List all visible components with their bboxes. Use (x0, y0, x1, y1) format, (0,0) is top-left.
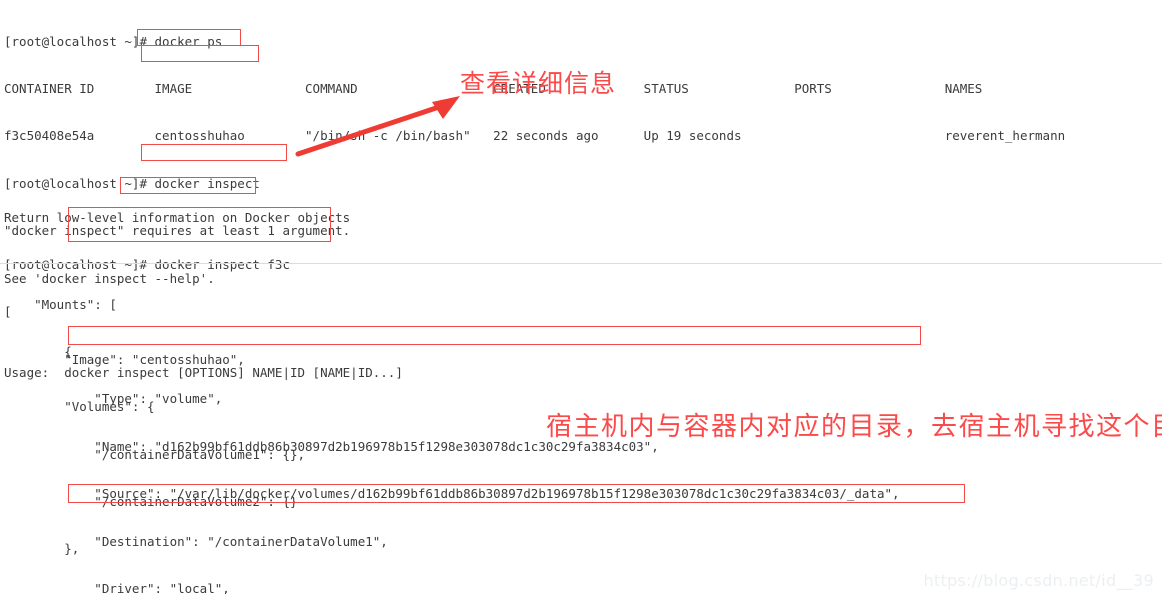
terminal-line-mounts-open: "Mounts": [ (4, 296, 117, 312)
blog-watermark: https://blog.csdn.net/id__39 (923, 571, 1154, 590)
annotation-view-details: 查看详细信息 (460, 69, 617, 98)
terminal-line-ps-row: f3c50408e54a centosshuhao "/bin/sh -c /b… (4, 128, 1066, 144)
annotation-host-directory: 宿主机内与容器内对应的目录，去宿主机寻找这个目录 (546, 412, 1162, 442)
section-divider-top (0, 263, 1162, 264)
terminal-line-mount1-destination: "Destination": "/containerDataVolume1", (4, 533, 388, 549)
terminal-line-mount1-open: { (4, 343, 72, 359)
terminal-line: [root@localhost ~]# docker ps (4, 33, 223, 49)
terminal-line-mount1-source: "Source": "/var/lib/docker/volumes/d162b… (4, 486, 900, 502)
terminal-line-description: Return low-level information on Docker o… (4, 209, 351, 225)
terminal-screenshot: [root@localhost ~]# docker ps CONTAINER … (0, 0, 1162, 594)
terminal-line-mount1-type: "Type": "volume", (4, 391, 223, 407)
